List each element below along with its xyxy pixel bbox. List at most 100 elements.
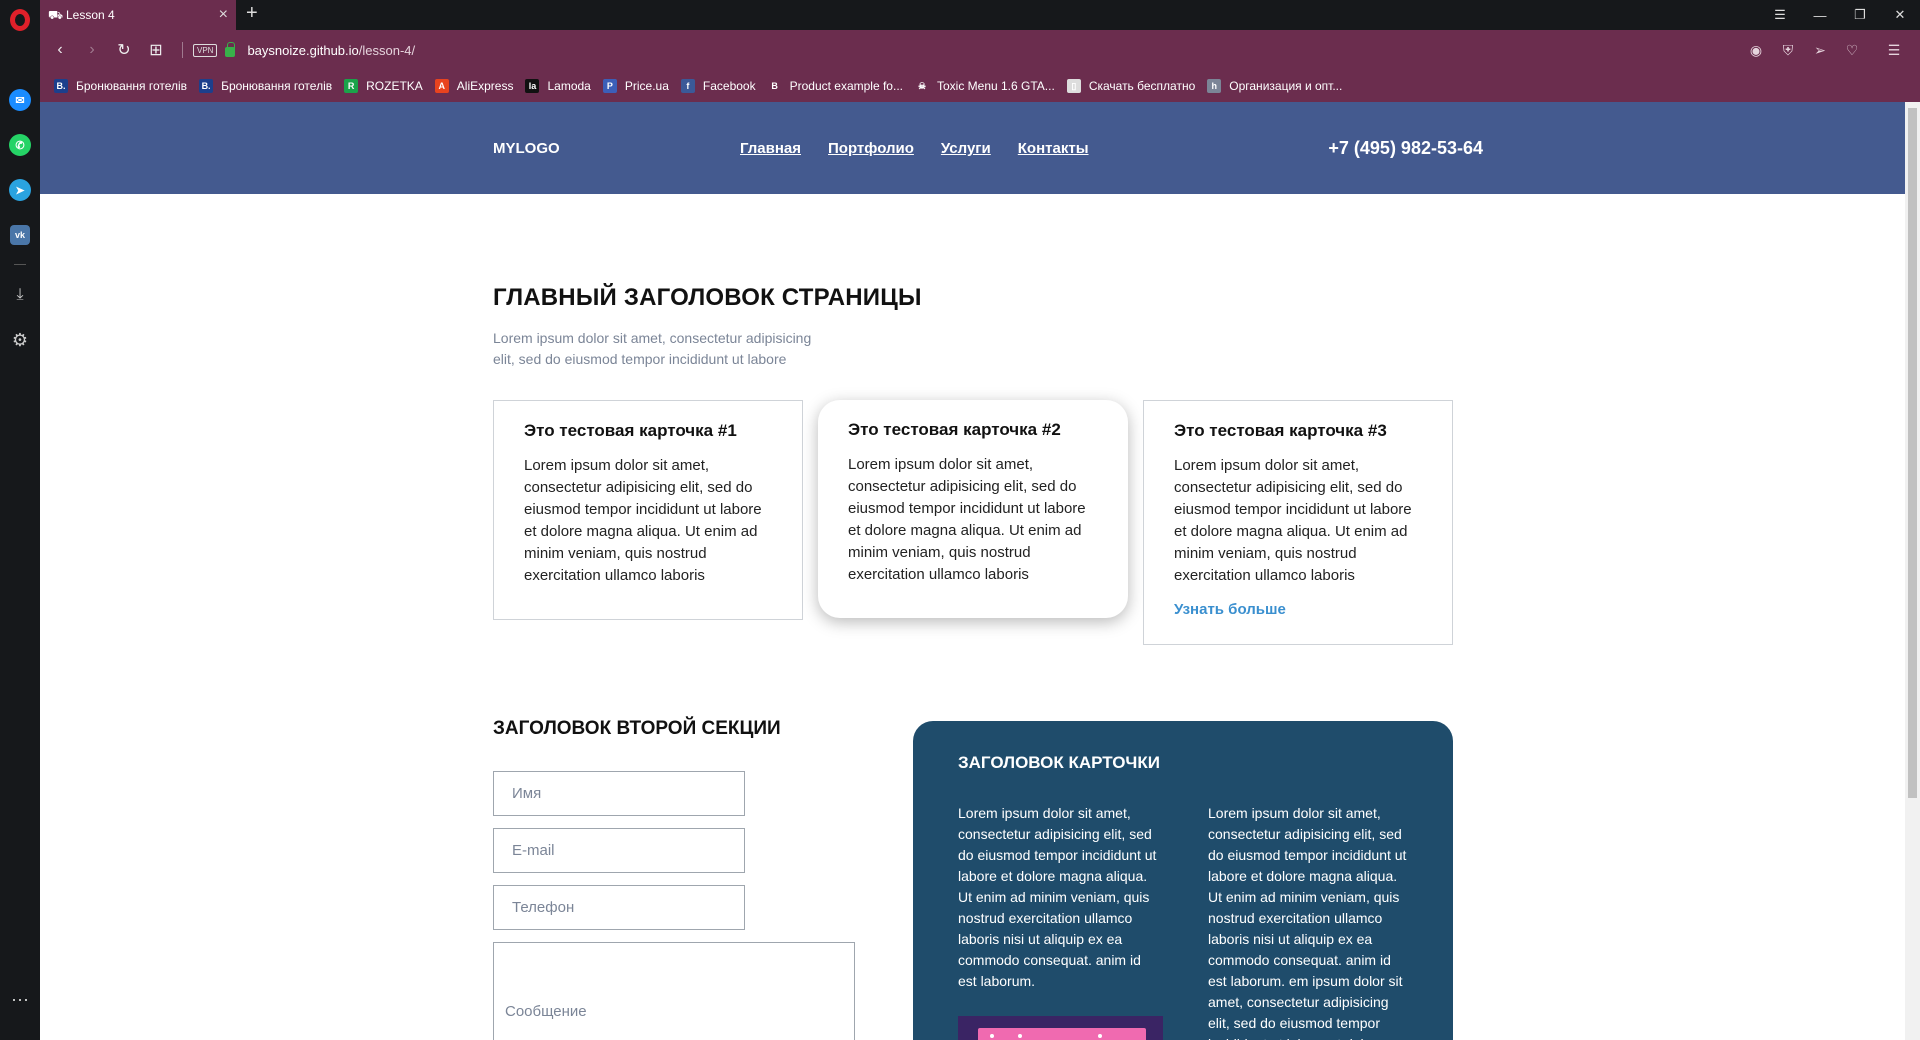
bookmark-favicon-icon: B <box>767 79 782 93</box>
address-divider <box>182 42 183 58</box>
bookmark-label: Product example fo... <box>789 79 903 93</box>
address-bar: ‹ › ↻ ⊞ VPN baysnoize.github.io/lesson-4… <box>40 30 1920 70</box>
bookmark-favicon-icon: P <box>602 79 617 93</box>
bookmark-item[interactable]: ▯ Скачать бесплатно <box>1066 79 1196 93</box>
bookmark-label: Бронювання готелів <box>76 79 188 93</box>
nav-link-services[interactable]: Услуги <box>941 140 991 157</box>
speed-dial-icon[interactable]: ⊞ <box>140 34 172 66</box>
bookmark-favicon-icon: h <box>1207 79 1222 93</box>
tab-favicon-icon: ⛟ <box>48 8 64 22</box>
page-scrollbar[interactable] <box>1905 102 1920 1040</box>
bookmark-item[interactable]: B. Бронювання готелів <box>199 79 332 93</box>
scrollbar-thumb[interactable] <box>1908 108 1917 798</box>
minimize-icon[interactable]: — <box>1800 0 1840 30</box>
page-title: ГЛАВНЫЙ ЗАГОЛОВОК СТРАНИЦЫ <box>493 284 922 311</box>
messenger-icon[interactable]: ✉ <box>0 80 40 120</box>
vpn-badge[interactable]: VPN <box>193 43 218 57</box>
snapshot-icon[interactable]: ◉ <box>1740 42 1772 59</box>
card-text: Lorem ipsum dolor sit amet, consectetur … <box>1174 457 1412 584</box>
message-field[interactable] <box>493 942 855 1040</box>
restore-icon[interactable]: ❐ <box>1840 0 1880 30</box>
vk-icon[interactable]: vk <box>0 215 40 255</box>
opera-menu-icon[interactable] <box>0 0 40 40</box>
dark-card-column-1: Lorem ipsum dolor sit amet, consectetur … <box>958 805 1157 989</box>
bookmark-label: Facebook <box>702 79 756 93</box>
learn-more-link[interactable]: Узнать больше <box>1174 601 1422 618</box>
url-host: baysnoize.github.io <box>247 42 359 58</box>
bookmark-item[interactable]: h Организация и опт... <box>1207 79 1342 93</box>
card-text: Lorem ipsum dolor sit amet, consectetur … <box>848 456 1086 583</box>
tab-strip: ⛟ Lesson 4 × + ☰ — ❐ ✕ <box>40 0 1920 30</box>
bookmark-item[interactable]: f Facebook <box>680 79 756 93</box>
card-text: Lorem ipsum dolor sit amet, consectetur … <box>524 457 762 584</box>
bookmark-item[interactable]: A AliExpress <box>434 79 514 93</box>
bookmark-label: Организация и опт... <box>1229 79 1343 93</box>
nav-link-contacts[interactable]: Контакты <box>1018 140 1089 157</box>
bookmarks-bar: B. Бронювання готелів B. Бронювання готелів… <box>40 70 1920 102</box>
easy-setup-icon[interactable]: ☰ <box>1878 42 1910 59</box>
nav-link-home[interactable]: Главная <box>740 140 801 157</box>
adblock-icon[interactable]: ⛨ <box>1772 42 1804 59</box>
bookmark-favicon-icon: la <box>525 79 540 93</box>
bookmark-item[interactable]: ☠ Toxic Menu 1.6 GTA... <box>914 79 1055 93</box>
bookmark-label: ROZETKA <box>366 79 423 93</box>
site-nav: Главная Портфолио Услуги Контакты <box>740 140 1089 157</box>
bookmark-favicon-icon: R <box>344 79 359 93</box>
tab-title: Lesson 4 <box>66 8 115 22</box>
sidebar-divider <box>14 264 26 265</box>
browser-sidebar: ✉ ✆ ➤ vk ⤓ ⚙ ⋯ <box>0 0 40 1040</box>
bookmark-label: Скачать бесплатно <box>1088 79 1196 93</box>
new-tab-icon[interactable]: + <box>246 2 258 25</box>
address-actions: ◉ ⛨ ➢ ♡ ☰ <box>1740 30 1910 70</box>
tab-menu-icon[interactable]: ☰ <box>1760 0 1800 30</box>
bookmark-item[interactable]: P Price.ua <box>602 79 669 93</box>
secure-lock-icon[interactable] <box>225 42 236 57</box>
dark-info-card: ЗАГОЛОВОК КАРТОЧКИ Lorem ipsum dolor sit… <box>913 721 1453 1040</box>
forward-icon[interactable]: › <box>76 34 108 66</box>
bookmark-favicon-icon: f <box>680 79 695 93</box>
tab-close-icon[interactable]: × <box>219 7 228 23</box>
dark-card-column-2: Lorem ipsum dolor sit amet, consectetur … <box>1208 805 1407 1040</box>
send-icon[interactable]: ➢ <box>1804 42 1836 59</box>
site-header: MYLOGO Главная Портфолио Услуги Контакты… <box>40 102 1905 194</box>
tab-lesson-4[interactable]: ⛟ Lesson 4 × <box>40 0 236 30</box>
bookmark-label: AliExpress <box>456 79 514 93</box>
test-card-1: Это тестовая карточка #1 Lorem ipsum dol… <box>493 400 803 620</box>
telegram-icon[interactable]: ➤ <box>0 170 40 210</box>
card-title: Это тестовая карточка #2 <box>848 420 1061 439</box>
bookmark-item[interactable]: B Product example fo... <box>767 79 903 93</box>
url-field[interactable]: baysnoize.github.io/lesson-4/ <box>247 43 415 58</box>
bookmark-item[interactable]: la Lamoda <box>525 79 591 93</box>
bookmark-item[interactable]: R ROZETKA <box>344 79 423 93</box>
card-title: Это тестовая карточка #1 <box>524 421 737 440</box>
dark-card-title: ЗАГОЛОВОК КАРТОЧКИ <box>958 753 1160 772</box>
whatsapp-icon[interactable]: ✆ <box>0 125 40 165</box>
bookmark-favicon-icon: ▯ <box>1066 79 1081 93</box>
reload-icon[interactable]: ↻ <box>108 34 140 66</box>
window-controls: ☰ — ❐ ✕ <box>1760 0 1920 30</box>
name-field[interactable] <box>493 771 745 816</box>
url-path: /lesson-4/ <box>358 42 416 58</box>
settings-icon[interactable]: ⚙ <box>0 320 40 360</box>
card-title: Это тестовая карточка #3 <box>1174 421 1387 440</box>
bookmark-favicon-icon: ☠ <box>914 79 929 93</box>
bookmark-item[interactable]: B. Бронювання готелів <box>54 79 187 93</box>
second-section-title: ЗАГОЛОВОК ВТОРОЙ СЕКЦИИ <box>493 718 781 739</box>
downloads-icon[interactable]: ⤓ <box>0 275 40 315</box>
page-lead-text: Lorem ipsum dolor sit amet, consectetur … <box>493 330 812 367</box>
bookmark-label: Toxic Menu 1.6 GTA... <box>936 79 1055 93</box>
phone-field[interactable] <box>493 885 745 930</box>
more-icon[interactable]: ⋯ <box>0 980 40 1020</box>
close-window-icon[interactable]: ✕ <box>1880 0 1920 30</box>
phone-number[interactable]: +7 (495) 982-53-64 <box>1328 138 1483 159</box>
site-logo[interactable]: MYLOGO <box>493 140 560 157</box>
preview-image <box>958 1016 1163 1040</box>
bookmark-favicon-icon: B. <box>54 79 68 93</box>
bookmark-favicon-icon: A <box>434 79 449 93</box>
nav-link-portfolio[interactable]: Портфолио <box>828 140 914 157</box>
email-field[interactable] <box>493 828 745 873</box>
bookmark-label: Price.ua <box>624 79 669 93</box>
back-icon[interactable]: ‹ <box>44 34 76 66</box>
test-card-3: Это тестовая карточка #3 Lorem ipsum dol… <box>1143 400 1453 645</box>
heart-icon[interactable]: ♡ <box>1836 42 1868 59</box>
